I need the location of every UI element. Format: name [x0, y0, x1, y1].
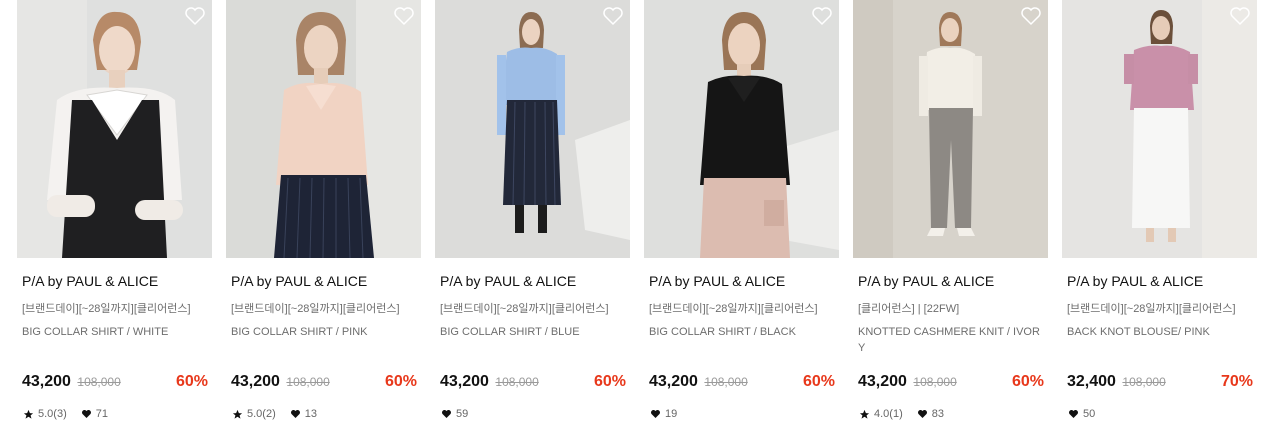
likes-count: 59: [456, 408, 469, 420]
rating-text: 5.0(3): [38, 408, 67, 420]
rating-text: 5.0(2): [247, 408, 276, 420]
product-card[interactable]: P/A by PAUL & ALICE [브랜드데이][~28일까지][클리어런…: [435, 0, 630, 432]
sale-price: 32,400 108,000: [1067, 373, 1166, 391]
brand-name[interactable]: P/A by PAUL & ALICE: [649, 273, 785, 289]
star-icon: [232, 409, 243, 419]
wishlist-heart-icon[interactable]: [184, 6, 206, 26]
original-price: 108,000: [77, 375, 121, 389]
promo-tag: [브랜드데이][~28일까지][클리어런스]: [231, 303, 400, 315]
product-image[interactable]: [1062, 0, 1257, 258]
original-price: 108,000: [913, 375, 957, 389]
original-price: 108,000: [286, 375, 330, 389]
price-value: 43,200: [649, 373, 698, 390]
likes-count: 50: [1083, 408, 1096, 420]
promo-tag: [브랜드데이][~28일까지][클리어런스]: [22, 303, 191, 315]
sale-price: 43,200 108,000: [649, 373, 748, 391]
product-image[interactable]: [435, 0, 630, 258]
sale-price: 43,200 108,000: [440, 373, 539, 391]
brand-name[interactable]: P/A by PAUL & ALICE: [1067, 273, 1203, 289]
brand-name[interactable]: P/A by PAUL & ALICE: [231, 273, 367, 289]
discount-rate: 60%: [1011, 373, 1044, 390]
rating-text: 4.0(1): [874, 408, 903, 420]
product-image[interactable]: [226, 0, 421, 258]
sale-price: 43,200 108,000: [858, 373, 957, 391]
wishlist-heart-icon[interactable]: [1020, 6, 1042, 26]
brand-name[interactable]: P/A by PAUL & ALICE: [440, 273, 576, 289]
likes-count: 83: [931, 408, 944, 420]
likes: 13: [290, 408, 317, 420]
wishlist-heart-icon[interactable]: [811, 6, 833, 26]
promo-tag: [클리어런스] | [22FW]: [858, 303, 960, 315]
star-icon: [23, 409, 34, 419]
product-name[interactable]: BACK KNOT BLOUSE/ PINK: [1067, 324, 1255, 340]
original-price: 108,000: [704, 375, 748, 389]
product-image[interactable]: [17, 0, 212, 258]
product-meta: 5.0(3) 71: [23, 408, 122, 420]
heart-icon: [651, 410, 660, 418]
heart-icon: [81, 410, 91, 418]
star-icon: [859, 409, 870, 419]
rating: 5.0(2): [232, 408, 276, 420]
likes-count: 71: [95, 408, 108, 420]
product-meta: 19: [650, 408, 691, 420]
product-name[interactable]: KNOTTED CASHMERE KNIT / IVORY: [858, 324, 1046, 356]
rating: 5.0(3): [23, 408, 67, 420]
wishlist-heart-icon[interactable]: [393, 6, 415, 26]
product-meta: 59: [441, 408, 482, 420]
sale-price: 43,200 108,000: [231, 373, 330, 391]
discount-rate: 60%: [384, 373, 417, 390]
brand-name[interactable]: P/A by PAUL & ALICE: [22, 273, 158, 289]
price-value: 32,400: [1067, 373, 1116, 390]
likes-count: 19: [665, 408, 678, 420]
price-value: 43,200: [440, 373, 489, 390]
price-value: 43,200: [231, 373, 280, 390]
likes: 83: [917, 408, 944, 420]
product-meta: 50: [1068, 408, 1109, 420]
wishlist-heart-icon[interactable]: [1229, 6, 1251, 26]
rating: 4.0(1): [859, 408, 903, 420]
likes: 59: [441, 408, 468, 420]
promo-tag: [브랜드데이][~28일까지][클리어런스]: [1067, 303, 1236, 315]
brand-name[interactable]: P/A by PAUL & ALICE: [858, 273, 994, 289]
heart-icon: [917, 410, 927, 418]
product-name[interactable]: BIG COLLAR SHIRT / BLUE: [440, 324, 628, 340]
heart-icon: [290, 410, 300, 418]
likes: 19: [650, 408, 677, 420]
product-meta: 5.0(2) 13: [232, 408, 331, 420]
discount-rate: 60%: [175, 373, 208, 390]
product-grid: P/A by PAUL & ALICE [브랜드데이][~28일까지][클리어런…: [0, 0, 1262, 432]
likes-count: 13: [304, 408, 317, 420]
product-card[interactable]: P/A by PAUL & ALICE [브랜드데이][~28일까지][클리어런…: [1062, 0, 1257, 432]
product-card[interactable]: P/A by PAUL & ALICE [클리어런스] | [22FW] KNO…: [853, 0, 1048, 432]
original-price: 108,000: [495, 375, 539, 389]
price-value: 43,200: [858, 373, 907, 390]
product-card[interactable]: P/A by PAUL & ALICE [브랜드데이][~28일까지][클리어런…: [226, 0, 421, 432]
promo-tag: [브랜드데이][~28일까지][클리어런스]: [440, 303, 609, 315]
product-image[interactable]: [853, 0, 1048, 258]
product-image[interactable]: [644, 0, 839, 258]
product-name[interactable]: BIG COLLAR SHIRT / WHITE: [22, 324, 210, 340]
likes: 50: [1068, 408, 1095, 420]
product-card[interactable]: P/A by PAUL & ALICE [브랜드데이][~28일까지][클리어런…: [17, 0, 212, 432]
product-name[interactable]: BIG COLLAR SHIRT / BLACK: [649, 324, 837, 340]
heart-icon: [442, 410, 451, 418]
original-price: 108,000: [1122, 375, 1166, 389]
heart-icon: [1069, 410, 1078, 418]
discount-rate: 60%: [802, 373, 835, 390]
price-value: 43,200: [22, 373, 71, 390]
product-meta: 4.0(1) 83: [859, 408, 958, 420]
discount-rate: 70%: [1220, 373, 1253, 390]
discount-rate: 60%: [593, 373, 626, 390]
product-name[interactable]: BIG COLLAR SHIRT / PINK: [231, 324, 419, 340]
promo-tag: [브랜드데이][~28일까지][클리어런스]: [649, 303, 818, 315]
likes: 71: [81, 408, 108, 420]
product-card[interactable]: P/A by PAUL & ALICE [브랜드데이][~28일까지][클리어런…: [644, 0, 839, 432]
sale-price: 43,200 108,000: [22, 373, 121, 391]
wishlist-heart-icon[interactable]: [602, 6, 624, 26]
